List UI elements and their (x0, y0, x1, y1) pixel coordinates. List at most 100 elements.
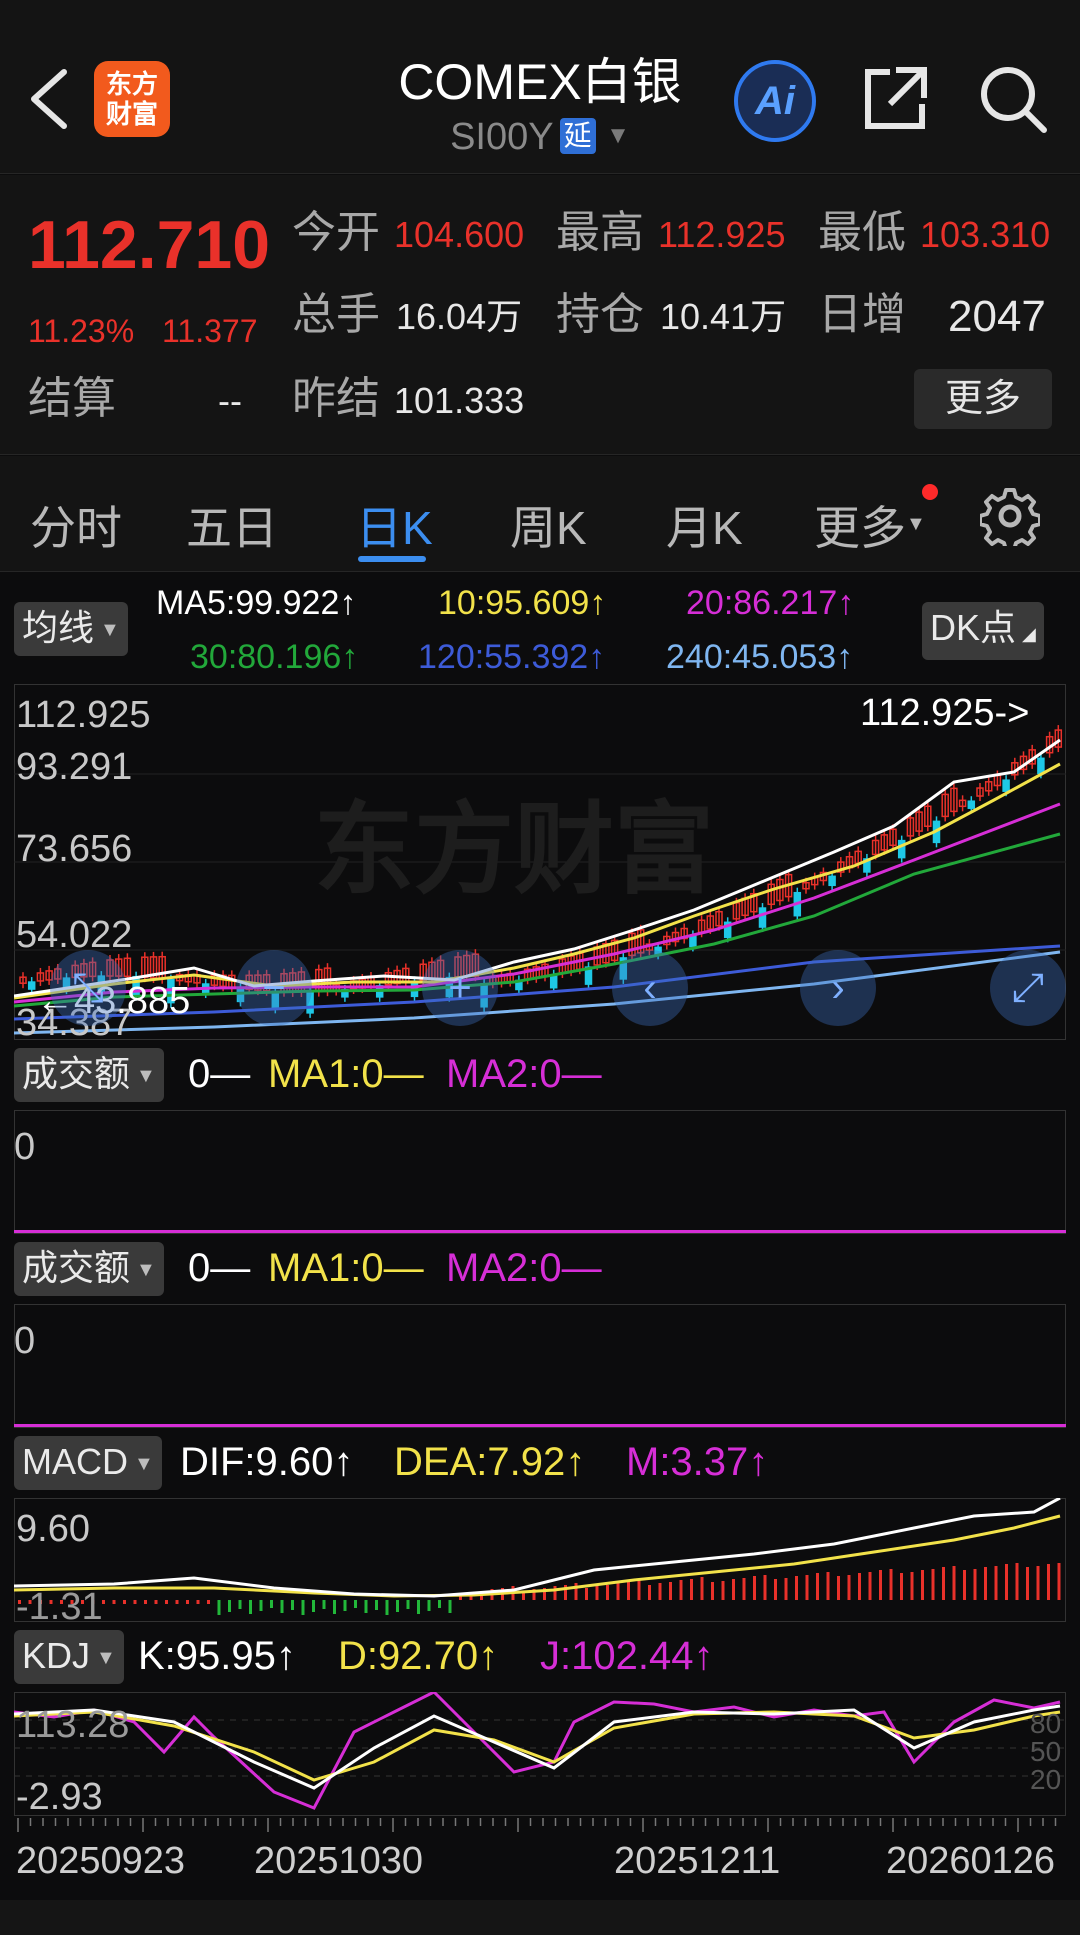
volume-2-selector-label: 成交额 (22, 1247, 131, 1288)
macd-bar (417, 1600, 420, 1614)
macd-bar (1036, 1566, 1040, 1600)
macd-bar (858, 1573, 861, 1600)
tab-five-day[interactable]: 五日 (186, 492, 278, 558)
j-line (14, 1692, 1061, 1810)
volume-value: 16.04万 (396, 296, 523, 337)
macd-m: M:3.37↑ (626, 1440, 769, 1484)
kdj-chart[interactable] (14, 1692, 1066, 1816)
macd-dea: DEA:7.92↑ (394, 1440, 586, 1484)
tab-intraday[interactable]: 分时 (30, 492, 122, 558)
dropdown-caret-icon: ▼ (906, 513, 926, 535)
macd-bar (711, 1582, 714, 1600)
indicator-selector-macd[interactable]: MACD ▼ (14, 1436, 162, 1490)
indicator-selector-volume-1[interactable]: 成交额 ▼ (14, 1048, 164, 1102)
volume-label: 总手 (292, 290, 380, 339)
volume-2-ma2: MA2:0— (446, 1246, 602, 1290)
macd-bar (1026, 1567, 1029, 1600)
macd-bar (385, 1600, 389, 1615)
macd-bar (438, 1600, 441, 1608)
kdj-selector-label: KDJ (22, 1635, 91, 1676)
macd-bar (700, 1577, 704, 1600)
macd-bar (774, 1579, 777, 1600)
macd-bar (721, 1581, 725, 1600)
kdj-y-top: 113.28 (16, 1704, 130, 1746)
macd-bar (322, 1600, 326, 1609)
tab-monthly-k[interactable]: 月K (666, 492, 743, 558)
macd-bar (816, 1573, 819, 1600)
plus-icon[interactable]: + (422, 950, 498, 1026)
minus-icon[interactable]: − (236, 950, 312, 1026)
volume-2-baseline (14, 1424, 1066, 1427)
tab-weekly-k[interactable]: 周K (510, 492, 587, 558)
macd-bar (1047, 1564, 1050, 1600)
macd-selector-label: MACD (22, 1441, 128, 1482)
indicator-selector-ma[interactable]: 均线 ▼ (14, 602, 128, 656)
macd-bar (637, 1580, 641, 1600)
quote-panel: 112.710 11.23% 11.377 今开 104.600 最高 112.… (0, 175, 1080, 455)
macd-bar (333, 1600, 336, 1614)
macd-chart[interactable] (14, 1498, 1066, 1622)
macd-bar (196, 1600, 200, 1604)
macd-bar (690, 1579, 693, 1600)
share-icon[interactable] (860, 64, 930, 134)
left-arrow-icon[interactable]: ‹ (612, 950, 688, 1026)
open-interest-value: 10.41万 (660, 296, 787, 337)
volume-2-value: 0— (188, 1246, 251, 1290)
dk-point-label: DK点 (930, 607, 1017, 648)
dk-point-button[interactable]: DK点 ◢ (922, 602, 1044, 660)
right-arrow-icon[interactable]: › (800, 950, 876, 1026)
macd-bar (585, 1588, 588, 1600)
macd-bar (805, 1575, 809, 1600)
tab-daily-k[interactable]: 日K (356, 492, 433, 558)
volume-2-panel (14, 1304, 1066, 1428)
more-quote-button[interactable]: 更多 (914, 369, 1052, 429)
macd-bar (595, 1586, 599, 1600)
date-label-4: 20260126 (886, 1840, 1056, 1882)
change-percent: 11.23% (28, 313, 135, 349)
open-value: 104.600 (394, 214, 525, 255)
zoom-out-icon[interactable]: ⤡ (50, 950, 126, 1026)
macd-bar (784, 1578, 788, 1600)
macd-bar (375, 1600, 378, 1610)
macd-bar (679, 1580, 683, 1600)
macd-bar (207, 1600, 210, 1604)
ma240-value: 240:45.053↑ (666, 638, 854, 676)
kdj-k: K:95.95↑ (138, 1634, 296, 1678)
macd-y-bottom: -1.31 (16, 1586, 103, 1628)
prev-settle-value: 101.333 (394, 380, 525, 421)
macd-dif: DIF:9.60↑ (180, 1440, 354, 1484)
indicator-selector-volume-2[interactable]: 成交额 ▼ (14, 1242, 164, 1296)
kdj-d: D:92.70↑ (338, 1634, 499, 1678)
macd-bar (364, 1600, 368, 1613)
macd-bar (753, 1576, 756, 1600)
macd-bar (648, 1585, 651, 1600)
macd-bar (144, 1600, 147, 1604)
macd-bar (406, 1600, 410, 1609)
expand-icon[interactable]: ⤢ (990, 950, 1066, 1026)
macd-bar (837, 1576, 840, 1600)
indicator-selector-kdj[interactable]: KDJ ▼ (14, 1630, 124, 1684)
indicator-selector-label: 均线 (22, 607, 95, 648)
macd-bar (606, 1585, 609, 1600)
caret-down-icon: ▼ (96, 1647, 116, 1669)
period-tabs: 分时 五日 日K 周K 月K 更多▼ (0, 456, 1080, 572)
last-price: 112.710 (28, 207, 271, 283)
volume-1-value: 0— (188, 1052, 251, 1096)
macd-bar (1057, 1563, 1061, 1600)
macd-bar (270, 1600, 273, 1608)
ma20-value: 20:86.217↑ (686, 584, 855, 622)
search-icon[interactable] (978, 64, 1050, 136)
delay-badge: 延 (559, 118, 596, 154)
ai-icon[interactable]: Ai (734, 60, 816, 142)
macd-bar (973, 1569, 977, 1600)
corner-triangle-icon: ◢ (1022, 624, 1036, 644)
volume-1-ma1: MA1:0— (268, 1052, 424, 1096)
macd-y-top: 9.60 (16, 1508, 90, 1550)
macd-bar (669, 1582, 672, 1600)
macd-bar (616, 1583, 620, 1600)
tab-more[interactable]: 更多▼ (814, 492, 926, 558)
ai-label: Ai (755, 79, 795, 123)
macd-bar (795, 1576, 798, 1600)
macd-bar (921, 1570, 924, 1600)
gear-icon[interactable] (980, 486, 1040, 546)
